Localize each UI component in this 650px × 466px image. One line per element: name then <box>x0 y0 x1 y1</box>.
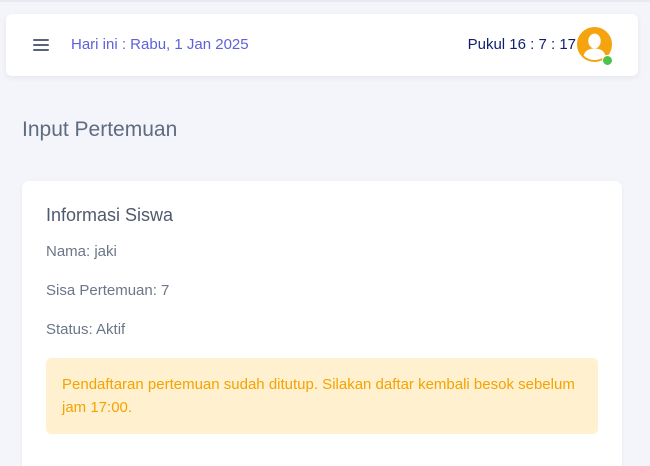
current-time: Pukul 16 : 7 : 17 <box>467 36 576 53</box>
menu-bar <box>33 49 49 51</box>
student-name: Nama: jaki <box>46 243 117 260</box>
menu-bar <box>33 39 49 41</box>
online-status-indicator <box>602 55 613 66</box>
page-title: Input Pertemuan <box>22 118 178 141</box>
registration-closed-alert: Pendaftaran pertemuan sudah ditutup. Sil… <box>46 358 598 434</box>
menu-bar <box>33 44 49 46</box>
student-info-card: Informasi Siswa Nama: jaki Sisa Pertemua… <box>22 181 622 466</box>
hamburger-menu-icon[interactable] <box>32 37 52 53</box>
alert-message: Pendaftaran pertemuan sudah ditutup. Sil… <box>62 376 575 416</box>
top-divider <box>0 0 650 2</box>
student-status: Status: Aktif <box>46 321 126 338</box>
remaining-meetings: Sisa Pertemuan: 7 <box>46 282 170 299</box>
top-navbar: Hari ini : Rabu, 1 Jan 2025 Pukul 16 : 7… <box>6 14 638 76</box>
current-date: Hari ini : Rabu, 1 Jan 2025 <box>71 36 249 53</box>
page: Hari ini : Rabu, 1 Jan 2025 Pukul 16 : 7… <box>0 0 650 466</box>
card-title: Informasi Siswa <box>46 205 174 225</box>
